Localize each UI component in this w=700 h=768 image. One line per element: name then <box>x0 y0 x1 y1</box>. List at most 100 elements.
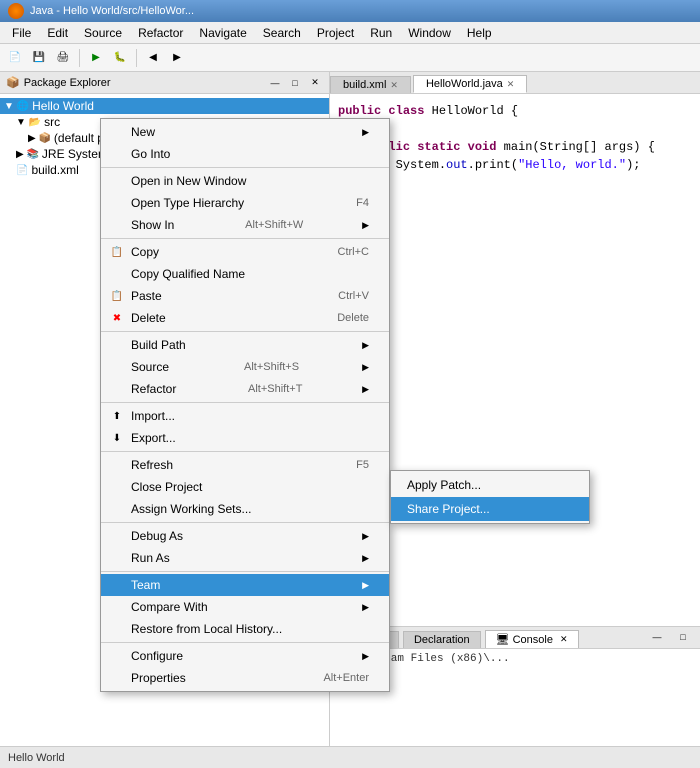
ctx-export-label: Export... <box>131 431 176 445</box>
submenu-shareproject[interactable]: Share Project... <box>391 497 589 521</box>
menu-item-source[interactable]: Source <box>76 24 130 42</box>
tab-helloworldjava[interactable]: HelloWorld.java ✕ <box>413 75 527 93</box>
tree-item-helloworld[interactable]: ▼ 🌐 Hello World <box>0 98 329 114</box>
ctx-debugas-label: Debug As <box>131 529 183 543</box>
ctx-comparewith[interactable]: Compare With <box>101 596 389 618</box>
ctx-runas[interactable]: Run As <box>101 547 389 569</box>
ctx-gointo[interactable]: Go Into <box>101 143 389 165</box>
ctx-paste-label: Paste <box>131 289 162 303</box>
ctx-copy[interactable]: 📋 Copy Ctrl+C <box>101 241 389 263</box>
tab-helloworldjava-close[interactable]: ✕ <box>507 79 515 90</box>
menu-item-project[interactable]: Project <box>309 24 362 42</box>
toolbar-debug[interactable]: 🐛 <box>109 47 131 69</box>
ctx-refresh-label: Refresh <box>131 458 173 472</box>
ctx-paste[interactable]: 📋 Paste Ctrl+V <box>101 285 389 307</box>
ctx-sep7 <box>101 571 389 572</box>
submenu-applypatch[interactable]: Apply Patch... <box>391 473 589 497</box>
pe-close[interactable]: ✕ <box>307 75 323 91</box>
ctx-buildpath[interactable]: Build Path <box>101 334 389 356</box>
context-menu: New Go Into Open in New Window Open Type… <box>100 118 390 692</box>
ctx-closeproject[interactable]: Close Project <box>101 476 389 498</box>
ctx-assignworkingsets-label: Assign Working Sets... <box>131 502 252 516</box>
ctx-copyqualified-label: Copy Qualified Name <box>131 267 245 281</box>
tab-console-close[interactable]: ✕ <box>560 634 568 645</box>
menu-item-help[interactable]: Help <box>459 24 500 42</box>
menu-item-file[interactable]: File <box>4 24 39 42</box>
menu-item-navigate[interactable]: Navigate <box>191 24 254 42</box>
ctx-refactor[interactable]: Refactor Alt+Shift+T <box>101 378 389 400</box>
toolbar: 📄 💾 🖨 ▶ 🐛 ◀ ▶ <box>0 44 700 72</box>
pe-icon: 📦 <box>6 76 20 89</box>
tab-buildxml[interactable]: build.xml ✕ <box>330 76 411 93</box>
ctx-opentype-label: Open Type Hierarchy <box>131 196 244 210</box>
toolbar-back[interactable]: ◀ <box>142 47 164 69</box>
menu-item-window[interactable]: Window <box>400 24 459 42</box>
ctx-export[interactable]: ⬇ Export... <box>101 427 389 449</box>
ctx-comparewith-label: Compare With <box>131 600 208 614</box>
tab-declaration[interactable]: Declaration <box>403 631 481 648</box>
tab-buildxml-label: build.xml <box>343 79 386 91</box>
ctx-sep2 <box>101 238 389 239</box>
ctx-delete[interactable]: ✖ Delete Delete <box>101 307 389 329</box>
tree-label-helloworld: Hello World <box>32 99 94 113</box>
tree-icon-pkg: ▶ 📦 <box>28 133 51 144</box>
menu-item-search[interactable]: Search <box>255 24 309 42</box>
tree-icon-helloworld: ▼ 🌐 <box>4 101 29 112</box>
ctx-debugas[interactable]: Debug As <box>101 525 389 547</box>
title-text: Java - Hello World/src/HelloWor... <box>30 5 194 17</box>
tab-declaration-label: Declaration <box>414 634 470 646</box>
ctx-import[interactable]: ⬆ Import... <box>101 405 389 427</box>
ctx-properties[interactable]: Properties Alt+Enter <box>101 667 389 689</box>
ctx-copyqualified[interactable]: Copy Qualified Name <box>101 263 389 285</box>
pe-minimize[interactable]: — <box>267 75 283 91</box>
ctx-new[interactable]: New <box>101 121 389 143</box>
menu-item-refactor[interactable]: Refactor <box>130 24 191 42</box>
ctx-source[interactable]: Source Alt+Shift+S <box>101 356 389 378</box>
ctx-closeproject-label: Close Project <box>131 480 202 494</box>
ctx-delete-label: Delete <box>131 311 166 325</box>
ctx-sep8 <box>101 642 389 643</box>
submenu-shareproject-label: Share Project... <box>407 502 490 516</box>
tree-icon-src: ▼ 📂 <box>16 117 41 128</box>
ctx-team-label: Team <box>131 578 160 592</box>
ctx-paste-icon: 📋 <box>109 288 125 304</box>
ctx-sep6 <box>101 522 389 523</box>
ctx-refresh-shortcut: F5 <box>356 459 369 471</box>
tab-console[interactable]: 🖥 Console ✕ <box>485 630 579 648</box>
tree-label-src: src <box>44 115 60 129</box>
ctx-showin[interactable]: Show In Alt+Shift+W <box>101 214 389 236</box>
ctx-gointo-label: Go Into <box>131 147 170 161</box>
tree-label-buildxml: build.xml <box>31 163 78 177</box>
toolbar-forward[interactable]: ▶ <box>166 47 188 69</box>
ctx-import-label: Import... <box>131 409 175 423</box>
tab-buildxml-close[interactable]: ✕ <box>390 80 398 91</box>
ctx-refresh[interactable]: Refresh F5 <box>101 454 389 476</box>
ctx-restorefromlocal-label: Restore from Local History... <box>131 622 282 636</box>
pe-maximize[interactable]: □ <box>287 75 303 91</box>
status-text: Hello World <box>8 752 65 764</box>
ctx-configure[interactable]: Configure <box>101 645 389 667</box>
toolbar-save[interactable]: 💾 <box>28 47 50 69</box>
ctx-opennew-label: Open in New Window <box>131 174 246 188</box>
tree-icon-buildxml: 📄 <box>16 165 28 176</box>
ctx-showin-shortcut: Alt+Shift+W <box>245 219 303 231</box>
menu-item-run[interactable]: Run <box>362 24 400 42</box>
ctx-restorefromlocal[interactable]: Restore from Local History... <box>101 618 389 640</box>
menu-bar: FileEditSourceRefactorNavigateSearchProj… <box>0 22 700 44</box>
ctx-buildpath-label: Build Path <box>131 338 186 352</box>
menu-item-edit[interactable]: Edit <box>39 24 76 42</box>
ctx-properties-shortcut: Alt+Enter <box>323 672 369 684</box>
ctx-opentype[interactable]: Open Type Hierarchy F4 <box>101 192 389 214</box>
toolbar-new[interactable]: 📄 <box>4 47 26 69</box>
bottom-maximize[interactable]: □ <box>672 626 694 648</box>
submenu-team: Apply Patch... Share Project... <box>390 470 590 524</box>
ctx-team[interactable]: Team <box>101 574 389 596</box>
toolbar-run[interactable]: ▶ <box>85 47 107 69</box>
pe-title: Package Explorer <box>24 77 111 89</box>
bottom-minimize[interactable]: — <box>646 626 668 648</box>
ctx-assignworkingsets[interactable]: Assign Working Sets... <box>101 498 389 520</box>
ctx-sep5 <box>101 451 389 452</box>
ctx-opennew[interactable]: Open in New Window <box>101 170 389 192</box>
ctx-sep4 <box>101 402 389 403</box>
toolbar-print[interactable]: 🖨 <box>52 47 74 69</box>
